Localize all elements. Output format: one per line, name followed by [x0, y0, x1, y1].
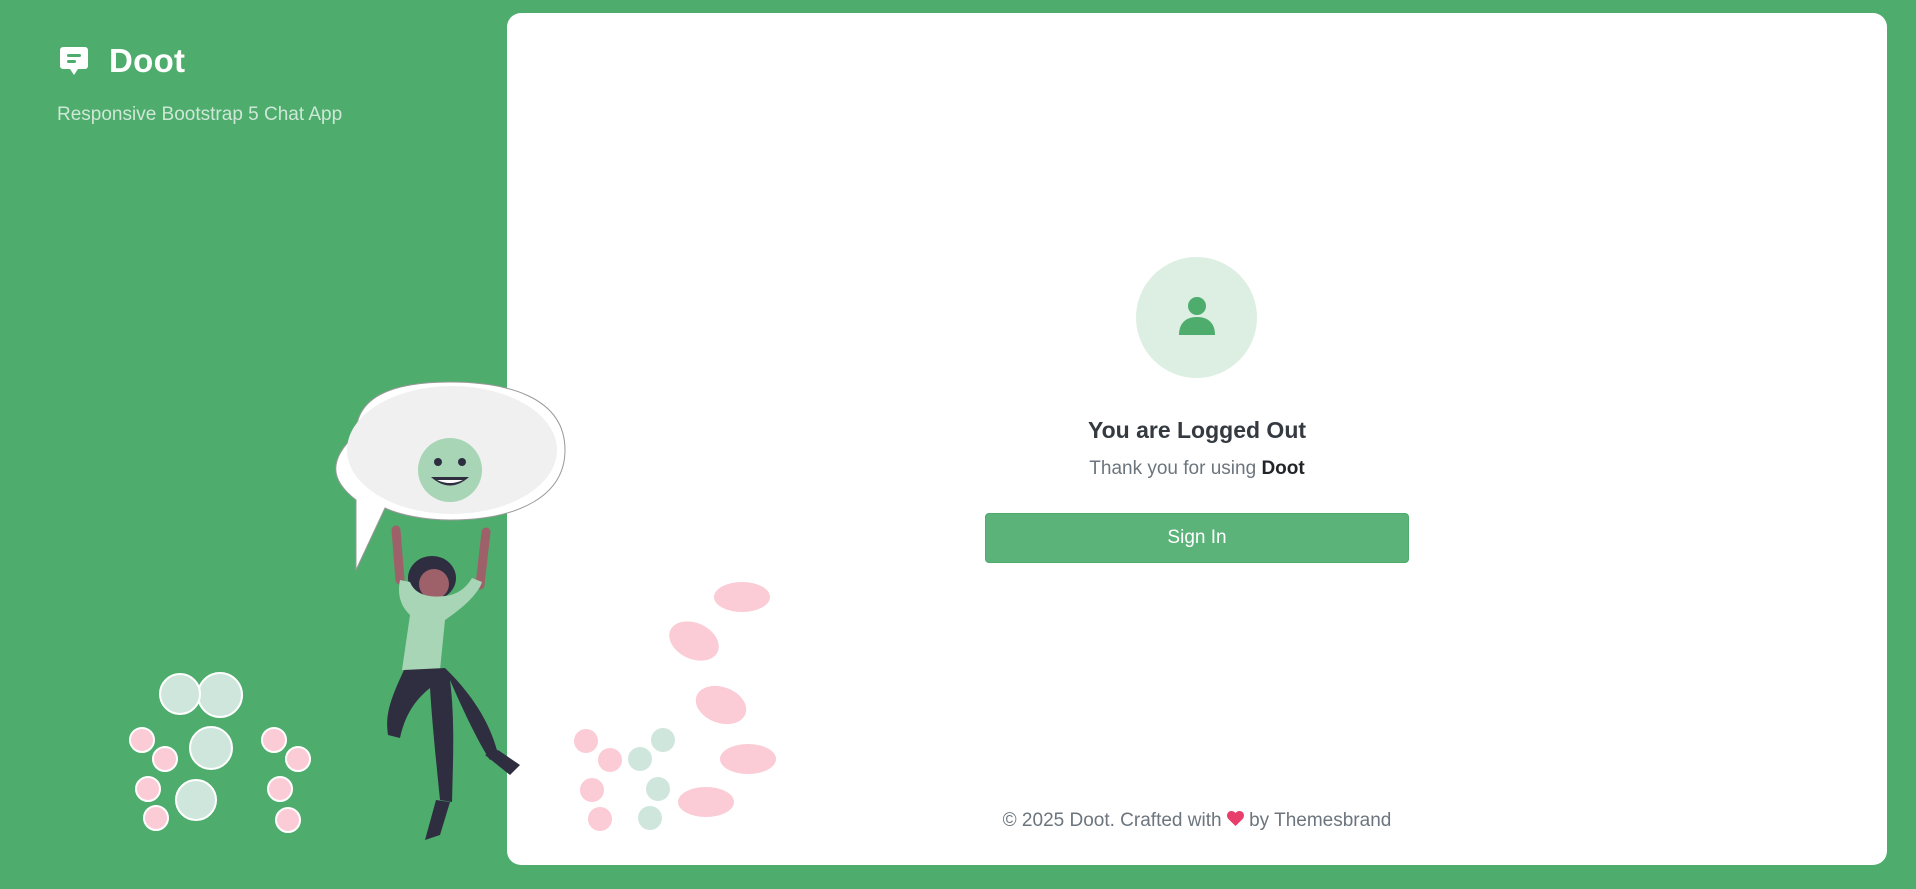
footer-copyright: © 2025 Doot. Crafted with by Themesbrand	[900, 810, 1494, 832]
logout-illustration	[129, 381, 776, 840]
brand-name: Doot	[109, 42, 186, 79]
footer-prefix: © 2025 Doot. Crafted with	[1002, 810, 1227, 831]
brand-logo[interactable]: Doot	[57, 42, 185, 80]
speech-bubble	[335, 381, 566, 571]
thanks-prefix: Thank you for using	[1089, 458, 1262, 479]
auth-page: Doot Responsive Bootstrap 5 Chat App You…	[0, 0, 1916, 889]
lily-pads-left	[129, 672, 311, 833]
chat-square-icon	[57, 44, 91, 78]
thanks-app-name: Doot	[1261, 458, 1305, 479]
person-figure	[387, 525, 520, 840]
thanks-message: Thank you for using Doot	[1000, 458, 1394, 480]
heart-icon	[1226, 810, 1244, 832]
footer-suffix: by Themesbrand	[1243, 810, 1392, 831]
avatar	[1136, 257, 1257, 378]
user-icon	[1178, 295, 1216, 340]
lily-pads-right	[574, 582, 776, 831]
sign-in-button[interactable]: Sign In	[985, 513, 1409, 563]
page-title: You are Logged Out	[1087, 417, 1307, 443]
brand-tagline: Responsive Bootstrap 5 Chat App	[57, 104, 343, 125]
